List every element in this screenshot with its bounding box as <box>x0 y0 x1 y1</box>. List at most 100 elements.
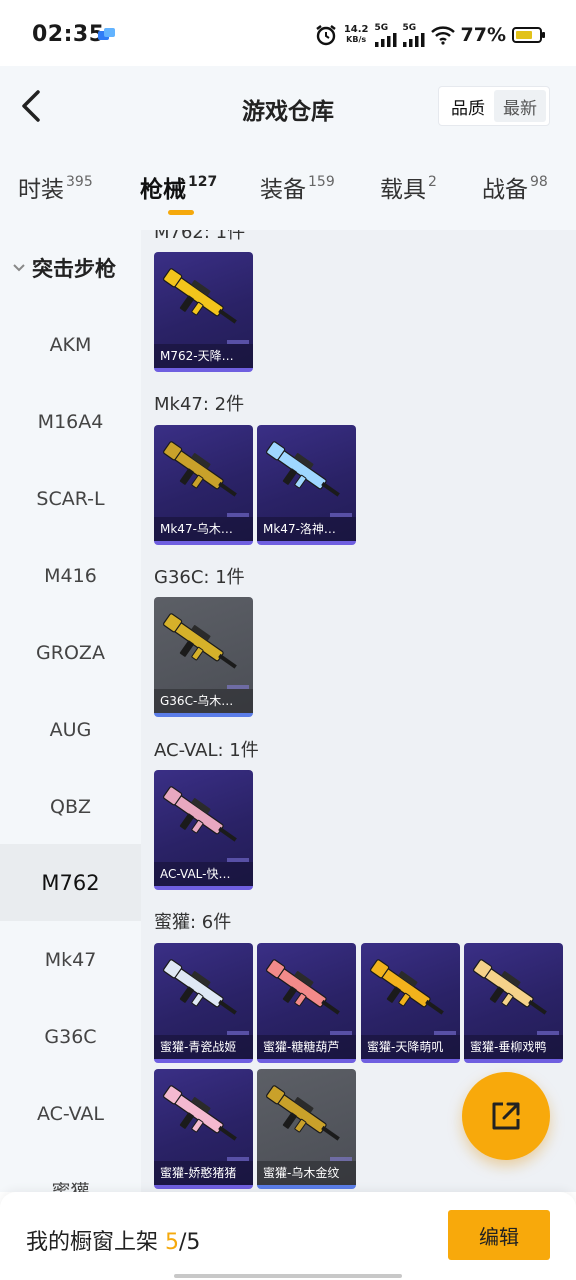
net-speed-unit: KB/s <box>346 35 367 44</box>
net-speed-value: 14.2 <box>343 24 369 35</box>
weapon-sidebar: 突击步枪 AKM M16A4 SCAR-L M416 GROZA AUG QBZ… <box>0 230 141 1192</box>
gun-skin-icon <box>163 268 237 324</box>
skin-card[interactable]: G36C-乌木… <box>154 597 253 717</box>
skin-card[interactable]: 蜜獾-青瓷战姬 <box>154 943 253 1063</box>
skin-card[interactable]: AC-VAL-快… <box>154 770 253 890</box>
gun-skin-icon <box>163 613 237 669</box>
skin-card-caption: 蜜獾-糖糖葫芦 <box>257 1035 356 1059</box>
skin-card-caption: 蜜獾-青瓷战姬 <box>154 1035 253 1059</box>
status-bar: 02:35 14.2 KB/s 5G 5G 77% <box>0 0 576 66</box>
gun-skin-icon <box>473 959 547 1015</box>
sidebar-item-m16a4[interactable]: M16A4 <box>0 383 141 460</box>
section-label: 蜜獾: 6件 <box>154 912 232 933</box>
home-indicator <box>174 1274 402 1278</box>
gun-skin-icon <box>163 1085 237 1141</box>
sidebar-item-m762[interactable]: M762 <box>0 844 141 921</box>
alarm-icon <box>316 25 336 46</box>
app-notification-icon <box>98 28 115 40</box>
sim1-signal: 5G <box>374 22 397 47</box>
sidebar-item-honey-badger[interactable]: 蜜獾 <box>0 1152 141 1192</box>
sidebar-item-g36c[interactable]: G36C <box>0 998 141 1075</box>
tab-count: 98 <box>530 174 548 190</box>
showcase-used-count: 5 <box>165 1230 179 1255</box>
skin-card[interactable]: 蜜獾-天降萌叽 <box>361 943 460 1063</box>
gun-skin-icon <box>266 959 340 1015</box>
tab-label: 战备 <box>482 177 528 203</box>
battery-percent: 77% <box>460 24 506 46</box>
skin-card-caption: M762-天降… <box>154 344 253 368</box>
sidebar-group-label: 突击步枪 <box>32 257 116 281</box>
tab-vehicles[interactable]: 载具 2 <box>380 170 437 204</box>
skin-card[interactable]: Mk47-乌木… <box>154 425 253 545</box>
tab-equipment[interactable]: 装备 159 <box>260 170 335 204</box>
sidebar-item-akm[interactable]: AKM <box>0 306 141 383</box>
skin-card[interactable]: Mk47-洛神… <box>257 425 356 545</box>
showcase-count-text: 我的橱窗上架 5/5 <box>26 1224 200 1256</box>
status-right: 14.2 KB/s 5G 5G 77% <box>314 20 546 50</box>
tab-label: 枪械 <box>140 177 186 203</box>
edit-button[interactable]: 编辑 <box>448 1210 550 1260</box>
sort-toggle: 品质 最新 <box>438 86 550 126</box>
showcase-label: 我的橱窗上架 <box>26 1230 165 1255</box>
skin-card-caption: 蜜獾-娇憨猪猪 <box>154 1161 253 1185</box>
skin-card-caption: 蜜獾-乌木金纹 <box>257 1161 356 1185</box>
skin-card[interactable]: 蜜獾-垂柳戏鸭 <box>464 943 563 1063</box>
tab-count: 395 <box>66 174 93 190</box>
sort-option-quality[interactable]: 品质 <box>442 90 494 122</box>
share-edit-fab[interactable] <box>462 1072 550 1160</box>
skin-list: M762: 1件 M762-天降… Mk47: 2件 Mk47-乌木… Mk47-洛神…… <box>141 230 576 1192</box>
signal-bars-icon <box>402 32 425 47</box>
sidebar-item-mk47[interactable]: Mk47 <box>0 921 141 998</box>
net-speed: 14.2 KB/s <box>344 25 369 45</box>
skin-card-caption: Mk47-洛神… <box>257 517 356 541</box>
tab-label: 时装 <box>18 177 64 203</box>
skin-card[interactable]: 蜜獾-糖糖葫芦 <box>257 943 356 1063</box>
sidebar-item-aug[interactable]: AUG <box>0 691 141 768</box>
sim2-label: 5G <box>402 22 417 33</box>
sidebar-group-assault-rifles[interactable]: 突击步枪 <box>0 230 141 306</box>
skin-card-caption: AC-VAL-快… <box>154 862 253 886</box>
gun-skin-icon <box>163 786 237 842</box>
skin-card-caption: Mk47-乌木… <box>154 517 253 541</box>
gun-skin-icon <box>370 959 444 1015</box>
section-label: Mk47: 2件 <box>154 394 245 415</box>
tab-count: 159 <box>308 174 335 190</box>
skin-card[interactable]: 蜜獾-乌木金纹 <box>257 1069 356 1189</box>
section-label: G36C: 1件 <box>154 567 245 588</box>
gun-skin-icon <box>266 441 340 497</box>
status-time: 02:35 <box>32 22 105 47</box>
sim2-signal: 5G <box>402 22 425 47</box>
tab-count: 2 <box>428 174 437 190</box>
signal-bars-icon <box>374 32 397 47</box>
sidebar-item-m416[interactable]: M416 <box>0 537 141 614</box>
active-tab-indicator <box>168 210 194 215</box>
battery-icon <box>512 27 545 43</box>
gun-skin-icon <box>266 1085 340 1141</box>
tab-guns[interactable]: 枪械 127 <box>140 170 217 204</box>
sidebar-item-scar-l[interactable]: SCAR-L <box>0 460 141 537</box>
sidebar-item-groza[interactable]: GROZA <box>0 614 141 691</box>
sidebar-item-ac-val[interactable]: AC-VAL <box>0 1075 141 1152</box>
tab-label: 载具 <box>380 177 426 203</box>
chevron-down-icon <box>13 264 25 272</box>
bottom-bar: 我的橱窗上架 5/5 编辑 <box>0 1192 576 1280</box>
tab-count: 127 <box>188 174 218 190</box>
sort-option-newest[interactable]: 最新 <box>494 90 546 122</box>
sim1-label: 5G <box>374 22 389 33</box>
sidebar-item-qbz[interactable]: QBZ <box>0 768 141 845</box>
section-label: AC-VAL: 1件 <box>154 740 259 761</box>
section-label: M762: 1件 <box>154 230 246 243</box>
gun-skin-icon <box>163 441 237 497</box>
skin-card-caption: 蜜獾-天降萌叽 <box>361 1035 460 1059</box>
tab-battle-gear[interactable]: 战备 98 <box>482 170 548 204</box>
skin-card[interactable]: 蜜獾-娇憨猪猪 <box>154 1069 253 1189</box>
wifi-icon <box>430 26 455 45</box>
tab-label: 装备 <box>260 177 306 203</box>
gun-skin-icon <box>163 959 237 1015</box>
skin-card-caption: 蜜獾-垂柳戏鸭 <box>464 1035 563 1059</box>
tab-fashion[interactable]: 时装 395 <box>18 170 93 204</box>
showcase-total-count: 5 <box>186 1230 201 1255</box>
share-icon <box>492 1102 520 1130</box>
skin-card-caption: G36C-乌木… <box>154 689 253 713</box>
skin-card[interactable]: M762-天降… <box>154 252 253 372</box>
